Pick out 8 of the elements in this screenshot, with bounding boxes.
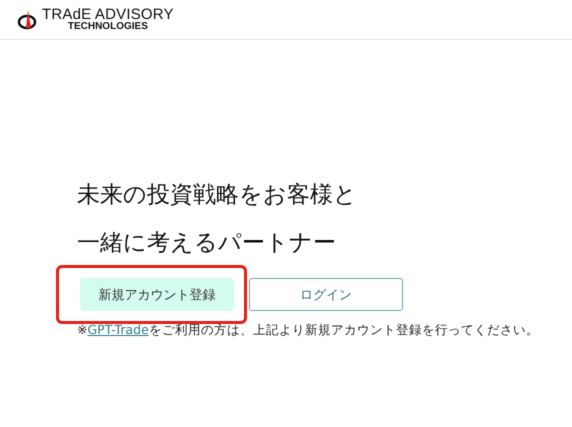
gpt-trade-link[interactable]: GPT-Trade [87,322,149,337]
note-text: ※GPT-Tradeをご利用の方は、上記より新規アカウント登録を行ってください。 [77,322,540,339]
login-button[interactable]: ログイン [249,278,403,311]
logo-subtitle: TECHNOLOGIES [68,22,148,32]
headline: 一緒に考えるパートナー [77,231,337,255]
register-button[interactable]: 新規アカウント登録 [80,278,234,311]
logo-title: TRAdE ADVISORY [42,7,174,22]
headline: 未来の投資戦略をお客様と [77,183,358,207]
